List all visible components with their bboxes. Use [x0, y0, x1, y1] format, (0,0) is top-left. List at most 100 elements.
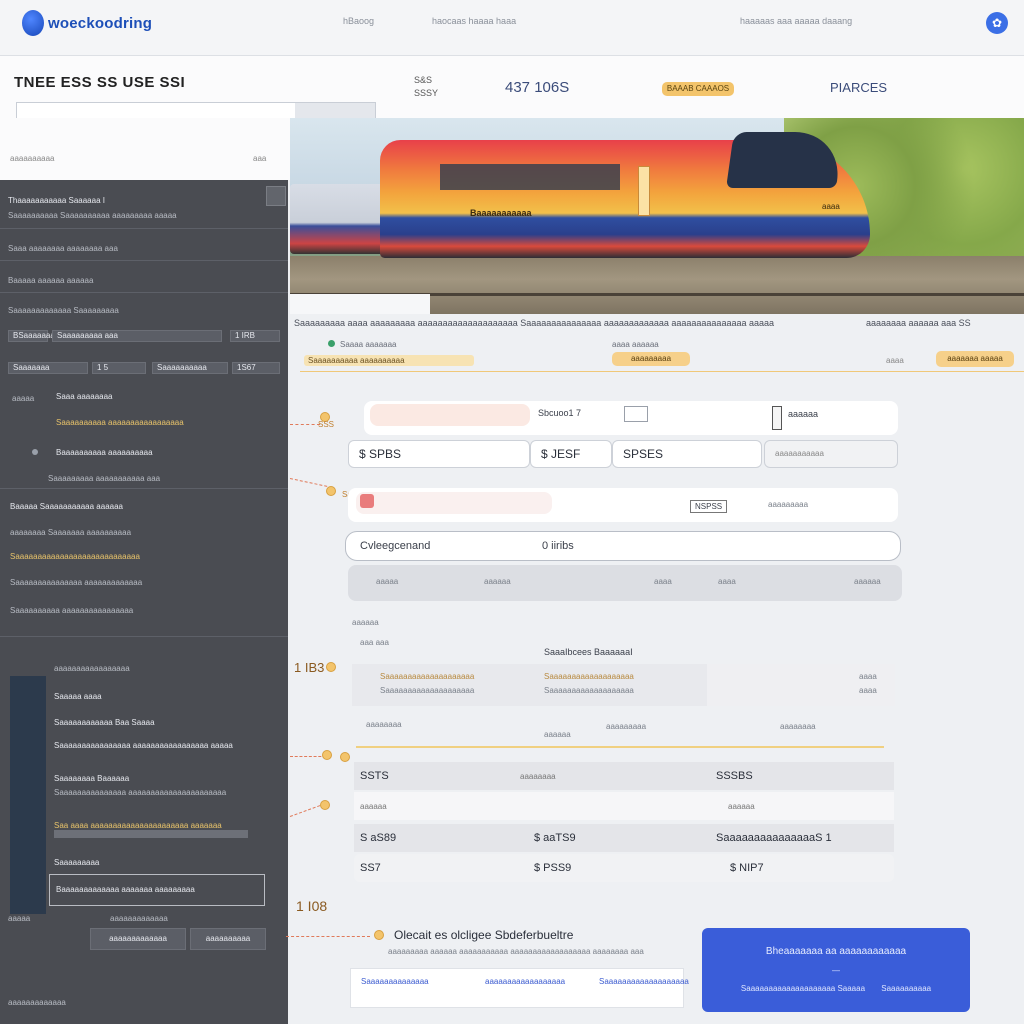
cta-subtitle: aaaaaaaaa aaaaaa aaaaaaaaaaa aaaaaaaaaaa…: [388, 947, 644, 956]
sidebar-chip[interactable]: 1 IRB: [230, 330, 280, 342]
sidebar-row[interactable]: Baaaaaaaaaa aaaaaaaaaa: [56, 448, 153, 457]
fare-mini-label: aaaa: [886, 356, 904, 365]
table-row[interactable]: S aS89 $ aaTS9 SaaaaaaaaaaaaaaaS 1: [354, 824, 894, 852]
table-row[interactable]: SSTS aaaaaaaa SSSBS: [354, 762, 894, 790]
callout-marker-icon: [374, 930, 384, 940]
sidebar-toggle-icon[interactable]: [266, 186, 286, 206]
class-badge[interactable]: NSPSS: [690, 500, 728, 513]
price-field-4[interactable]: aaaaaaaaaaa: [764, 440, 898, 468]
sidebar-row[interactable]: Saaaaaaaaaaaaaaa aaaaaaaaaaaaa: [10, 578, 142, 587]
sidebar-input[interactable]: Baaaaaaaaaaaaa aaaaaaa aaaaaaaaa: [49, 874, 265, 906]
calendar-icon[interactable]: [624, 406, 648, 422]
train-number: aaaa: [822, 202, 840, 211]
table-header-cell: Saaaaaaaaaaaaaaaaaaa: [544, 686, 634, 695]
fare-mid-pill[interactable]: aaaaaaaaa: [612, 352, 690, 366]
nav-link-2[interactable]: haocaas haaaa haaa: [432, 16, 516, 26]
book-button-subtitle-2: Saaaaaaaaaa: [881, 984, 932, 993]
sidebar-row: aaaaa: [12, 394, 35, 403]
callout-marker-icon: [326, 486, 336, 496]
train-door: [638, 166, 650, 216]
filter-chip[interactable]: aaaa: [718, 577, 736, 586]
destination-value: Cvleegcenand: [360, 540, 431, 552]
table-row[interactable]: SS7 $ PSS9 $ NIP7: [354, 854, 894, 882]
footer-link[interactable]: Saaaaaaaaaaaaaa: [361, 977, 429, 986]
bullet-icon: [32, 449, 38, 455]
passenger-right-label: aaaaaaaaa: [768, 500, 809, 509]
sidebar-footer-label: aaaaaaaaaaaaa: [110, 914, 168, 923]
filter-bar: aaaaa aaaaaa aaaa aaaa aaaaaa: [348, 565, 902, 601]
sidebar-row[interactable]: Saaaaaaaaaaaaa Saaaaaaaaa: [8, 306, 119, 315]
callout-marker-icon: [320, 800, 330, 810]
header-status-pill[interactable]: BAAAB CAAAOS: [662, 82, 734, 96]
sidebar-chip[interactable]: 1 5: [92, 362, 146, 374]
header-price: 437 106S: [505, 79, 570, 96]
fares-table: SSTS aaaaaaaa SSSBS aaaaaa aaaaaa S aS89…: [346, 762, 894, 884]
fare-option-pill[interactable]: Saaaaaaaaaa aaaaaaaaaa: [304, 355, 474, 366]
callout-connector: [289, 805, 321, 817]
train-label: Baaaaaaaaaaa: [470, 208, 532, 218]
top-bar: woeckoodring hBaoog haocaas haaaa haaa h…: [0, 0, 1024, 56]
sidebar-chip[interactable]: BSaaaaaaaa: [8, 330, 59, 342]
train-coach: [290, 184, 390, 254]
search-input[interactable]: [16, 102, 376, 119]
nav-link-1[interactable]: hBaoog: [343, 16, 374, 26]
sidebar-row[interactable]: Saaaaaaaaaa aaaaaaaaaaaaaaaa: [10, 606, 133, 615]
filter-chip[interactable]: aaaaa: [376, 577, 398, 586]
section-sub-label: aaaaaa: [352, 618, 379, 627]
origin-chip[interactable]: [370, 404, 530, 426]
sidebar-chip[interactable]: Saaaaaaaaaa: [152, 362, 228, 374]
book-now-button[interactable]: Bheaaaaaaa aa aaaaaaaaaaaa — Saaaaaaaaaa…: [702, 928, 970, 1012]
table-row[interactable]: aaaaaa aaaaaa: [354, 792, 894, 820]
sidebar-chip[interactable]: Saaaaaaa: [8, 362, 88, 374]
sidebar-row[interactable]: aaaaaaaa Saaaaaaa aaaaaaaaaa: [10, 528, 131, 537]
fare-select-button[interactable]: aaaaaaa aaaaa: [936, 351, 1014, 367]
book-button-subtitle: Saaaaaaaaaaaaaaaaaaaa Saaaaa Saaaaaaaaaa: [702, 984, 970, 993]
ticket-icon[interactable]: [772, 406, 782, 430]
sidebar-row[interactable]: Thaaaaaaaaaaa Saaaaaa I: [8, 196, 105, 205]
sidebar-row[interactable]: Saaaaaaaa Baaaaaa: [54, 774, 129, 783]
sidebar-row[interactable]: Saaaaaaaaaaaaaaaa aaaaaaaaaaaaaaaaa aaaa…: [54, 741, 233, 750]
sidebar-row[interactable]: Saaa aaaaaaaa: [56, 392, 113, 401]
price-field-3[interactable]: SPSES: [612, 440, 762, 468]
table-cell: SaaaaaaaaaaaaaaaS 1: [716, 832, 832, 844]
logo-text: woeckoodring: [48, 14, 153, 32]
route-info-right: aaaaaaaa aaaaaa aaa SS: [866, 318, 971, 328]
sidebar-row[interactable]: Saaaaa aaaa: [54, 692, 102, 701]
fare-label: Saaaa aaaaaaa: [340, 340, 397, 349]
callout-marker-icon: [326, 662, 336, 672]
sidebar-row[interactable]: Saaaaaaaaa: [54, 858, 99, 867]
footer-link[interactable]: aaaaaaaaaaaaaaaaaa: [485, 977, 565, 986]
price-field-1[interactable]: $ SPBS: [348, 440, 530, 468]
passenger-chip[interactable]: [356, 492, 552, 514]
footer-link[interactable]: Saaaaaaaaaaaaaaaaaaa: [599, 977, 689, 986]
filter-chip[interactable]: aaaaaa: [484, 577, 511, 586]
filter-chip[interactable]: aaaa: [654, 577, 672, 586]
sidebar-row[interactable]: Saaaaaaaaaaaaaaa aaaaaaaaaaaaaaaaaaaaaa: [54, 788, 226, 797]
sidebar-chip[interactable]: Saaaaaaaaa aaa: [52, 330, 222, 342]
sidebar-row[interactable]: Saa aaaa aaaaaaaaaaaaaaaaaaaaaa aaaaaaa: [54, 821, 222, 830]
callout-marker-icon: [340, 752, 350, 762]
header-hint-line2: SSSY: [414, 88, 439, 98]
sidebar-row[interactable]: Saaaaaaaaaaaaaaaaaaaaaaaaaaaa: [10, 552, 140, 561]
price-field-2[interactable]: $ JESF: [530, 440, 612, 468]
sidebar-chip[interactable]: 1S67: [232, 362, 280, 374]
sidebar-row[interactable]: Saaaaaaaaaa Saaaaaaaaaa aaaaaaaaa aaaaa: [8, 211, 177, 220]
sidebar-bottom-label: aaaaaaaaaaaaa: [8, 998, 66, 1007]
app-logo[interactable]: woeckoodring: [22, 10, 152, 36]
trip-label: Sbcuoo1 7: [538, 408, 582, 418]
sidebar-row[interactable]: Saaaaaaaaa aaaaaaaaaaa aaa: [48, 474, 160, 483]
sidebar-row[interactable]: Saaaaaaaaaaaa Baa Saaaa: [54, 718, 155, 727]
destination-search[interactable]: Cvleegcenand 0 iiribs: [345, 531, 901, 561]
sidebar-button-1[interactable]: aaaaaaaaaaaaa: [90, 928, 186, 950]
sidebar-row[interactable]: Saaa aaaaaaaa aaaaaaaa aaa: [8, 244, 118, 253]
sidebar-button-2[interactable]: aaaaaaaaaa: [190, 928, 266, 950]
sidebar-highlight: [54, 830, 248, 838]
sidebar-row[interactable]: Baaaaa Saaaaaaaaaaa aaaaaa: [10, 502, 123, 511]
filter-chip[interactable]: aaaaaa: [854, 577, 881, 586]
sidebar-row[interactable]: Baaaaa aaaaaa aaaaaa: [8, 276, 93, 285]
nav-link-3[interactable]: haaaaas aaa aaaaa daaang: [740, 16, 852, 26]
sidebar-row[interactable]: Saaaaaaaaaa aaaaaaaaaaaaaaaaa: [56, 418, 184, 427]
table-header-right: aaaa aaaa: [707, 664, 895, 706]
settings-icon[interactable]: ✿: [986, 12, 1008, 34]
places-link[interactable]: PIARCES: [830, 80, 887, 95]
